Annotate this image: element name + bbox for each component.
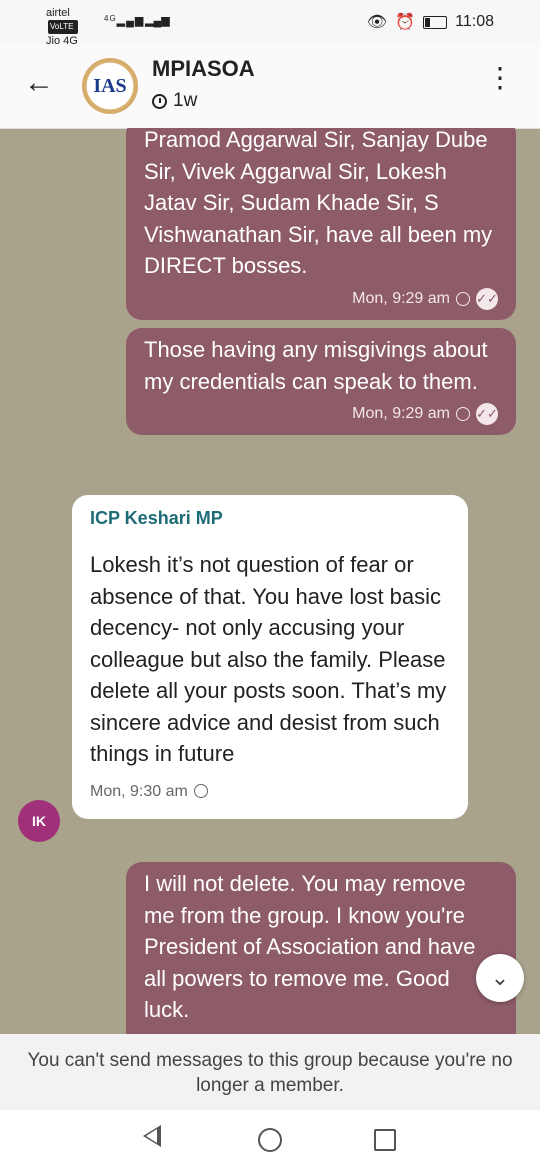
- chat-header: ← IAS MPIASOA 1w ⋮: [0, 44, 540, 129]
- chevron-down-icon: ⌄: [490, 965, 510, 990]
- last-seen: 1w: [152, 90, 197, 112]
- battery-icon: [423, 15, 448, 29]
- clock-icon: [152, 93, 167, 109]
- clock-time: 11:08: [455, 13, 494, 30]
- scroll-down-button[interactable]: ⌄: [476, 954, 524, 1002]
- back-arrow-icon[interactable]: ←: [24, 66, 54, 100]
- pending-icon: [456, 407, 470, 421]
- message-meta: Mon, 9:30 am: [90, 776, 450, 808]
- signal-icon: 4G▂▄▆: [104, 14, 145, 27]
- sender-avatar[interactable]: IK: [18, 800, 60, 842]
- pending-icon: [193, 784, 208, 799]
- carrier-name-1: airtel: [46, 7, 70, 19]
- message-bubble-outgoing[interactable]: Pramod Aggarwal Sir, Sanjay Dube Sir, Vi…: [126, 128, 516, 320]
- nav-recents-icon[interactable]: [374, 1129, 396, 1151]
- message-bubble-incoming[interactable]: ICP Keshari MP Lokesh it’s not question …: [72, 495, 468, 819]
- group-title[interactable]: MPIASOA: [152, 56, 255, 82]
- message-text: Pramod Aggarwal Sir, Sanjay Dube Sir, Vi…: [144, 128, 493, 278]
- group-avatar[interactable]: IAS: [82, 58, 138, 114]
- message-time: Mon, 9:29 am: [352, 405, 450, 422]
- delivered-check-icon: ✓✓: [476, 287, 498, 310]
- message-text: I will not delete. You may remove me fro…: [144, 871, 476, 1022]
- logo-text: IAS: [93, 74, 127, 97]
- message-time: Mon, 9:29 am: [352, 289, 450, 307]
- message-meta: Mon, 9:29 am ✓✓: [144, 287, 498, 310]
- volte-badge: VoLTE: [48, 20, 78, 34]
- status-bar: airtelVoLTE Jio 4GVoLTE 4G▂▄▆ ▂▄▆ 👁 ⏰ 11…: [0, 0, 540, 62]
- message-text: Those having any misgivings about my cre…: [144, 337, 488, 394]
- chat-area[interactable]: Pramod Aggarwal Sir, Sanjay Dube Sir, Vi…: [0, 128, 540, 1034]
- nav-back-icon[interactable]: [143, 1125, 161, 1147]
- pending-icon: [456, 291, 470, 306]
- sender-name[interactable]: ICP Keshari MP: [90, 507, 450, 529]
- more-options-icon[interactable]: ⋮: [486, 64, 514, 92]
- message-bubble-outgoing[interactable]: Those having any misgivings about my cre…: [126, 328, 516, 435]
- not-member-notice: You can't send messages to this group be…: [0, 1034, 540, 1110]
- delivered-check-icon: ✓✓: [476, 403, 498, 425]
- alarm-icon: ⏰: [395, 14, 416, 31]
- message-bubble-outgoing[interactable]: I will not delete. You may remove me fro…: [126, 862, 516, 1034]
- message-meta: Mon, 9:29 am ✓✓: [144, 403, 498, 425]
- nav-home-icon[interactable]: [258, 1128, 282, 1152]
- signal-icon-2: ▂▄▆: [145, 15, 170, 27]
- message-time: Mon, 9:30 am: [90, 782, 188, 800]
- message-text: Lokesh it’s not question of fear or abse…: [90, 552, 447, 766]
- last-seen-text: 1w: [173, 90, 198, 111]
- system-nav-bar: [0, 1110, 540, 1170]
- eye-icon: 👁: [366, 14, 388, 31]
